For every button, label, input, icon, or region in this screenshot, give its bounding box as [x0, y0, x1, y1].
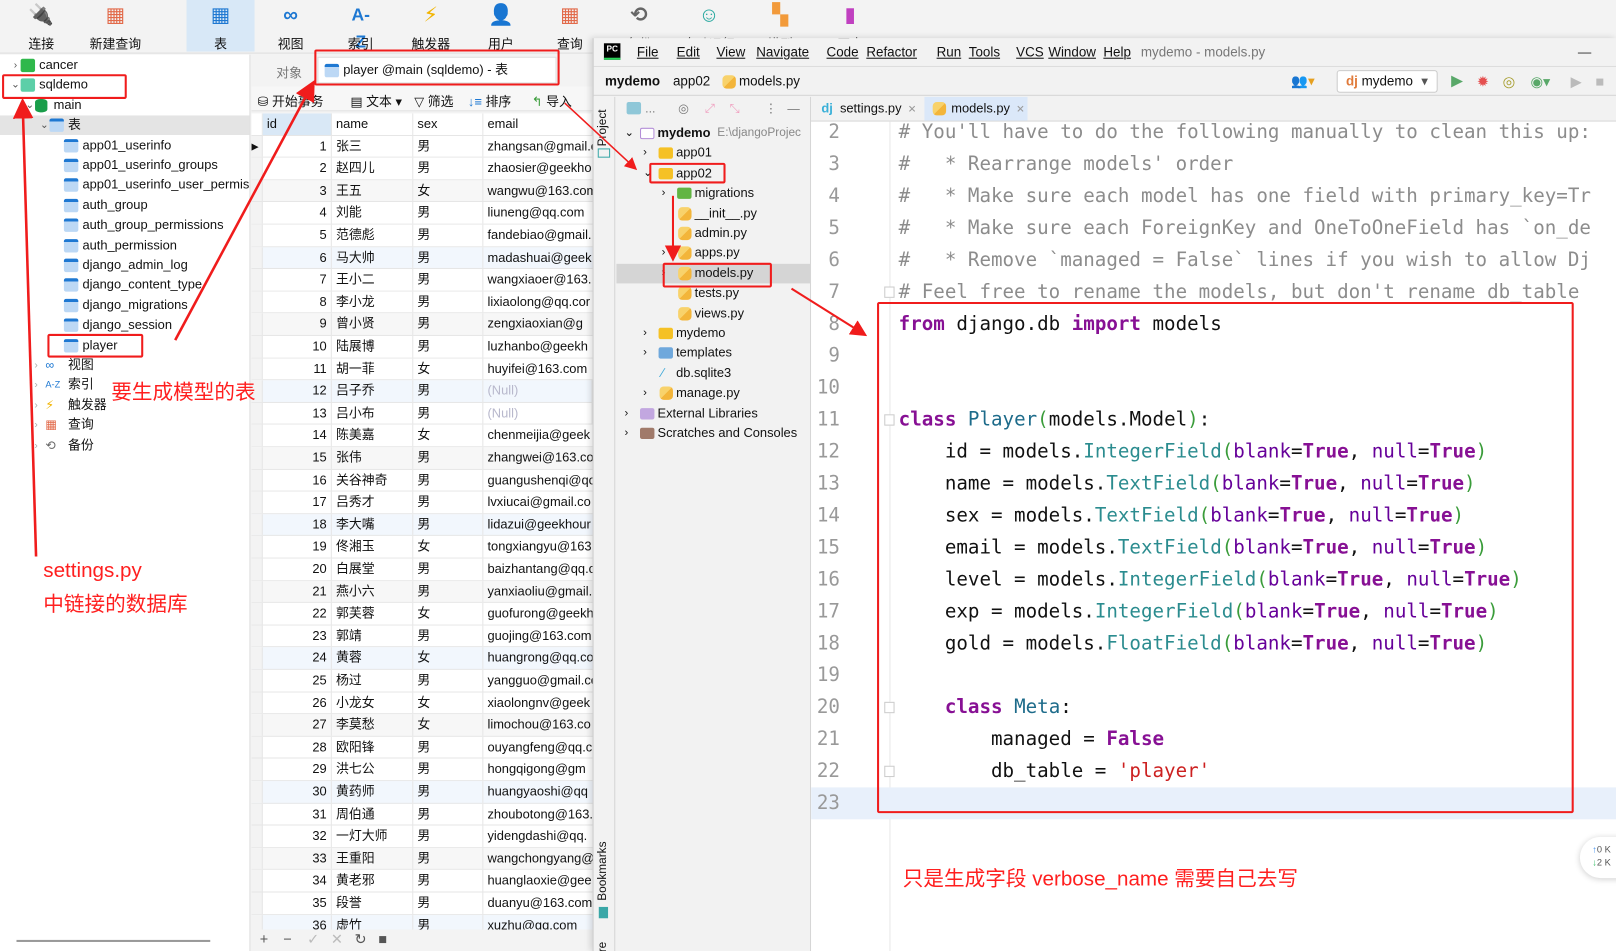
arrow-player-to-tab [174, 79, 315, 341]
annotation-arrows [12, 79, 868, 557]
screen: 🔌连接▦新建查询▦表∞视图A-Z索引⚡触发器👤用户▦查询⟲备份☺自动运行▚模型▮… [0, 0, 1616, 951]
arrow-to-code [790, 287, 868, 337]
arrow-to-app02 [564, 102, 638, 171]
arrow-settings-to-db [12, 97, 38, 557]
